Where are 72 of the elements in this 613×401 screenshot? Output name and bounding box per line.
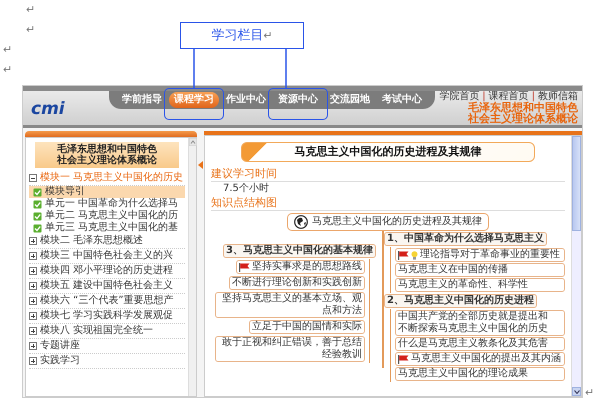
expand-icon[interactable] <box>29 252 37 260</box>
mindmap-leaf-node: 坚持实事求是的思想路线 <box>236 260 365 274</box>
mindmap-branch-node: 3、马克思主义中国化的基本规律 <box>223 244 376 258</box>
expand-icon[interactable] <box>29 282 37 290</box>
scroll-down-button[interactable] <box>572 387 581 396</box>
sidebar-item[interactable]: 模块四 邓小平理论的历史进程 <box>40 265 174 277</box>
nav-tab[interactable]: 作业中心 <box>221 92 271 108</box>
expand-icon[interactable] <box>29 327 37 335</box>
sidebar-item[interactable]: 实践学习 <box>40 355 80 367</box>
paragraph-mark: ↵ <box>263 30 273 41</box>
mindmap-leaf-node: 立足于中国的国情和实际 <box>249 320 365 334</box>
section-text: 7.5个小时 <box>222 182 270 196</box>
mindmap-leaf-node: 马克思主义中国化的理论成果 <box>395 367 565 381</box>
mindmap-leaf-node: 理论指导对于革命事业的重要性 <box>395 248 565 262</box>
expand-icon[interactable] <box>29 312 37 320</box>
check-icon <box>33 188 42 196</box>
mindmap-branch-node: 1、中国革命为什么选择马克思主义 <box>384 232 547 246</box>
section-heading: 建议学习时间 <box>211 167 565 182</box>
scrollbar-thumb[interactable] <box>572 136 581 231</box>
sidebar-subitem[interactable]: 单元一 中国革命为什么选择马 <box>29 198 185 210</box>
mindmap-leaf-node: 坚持马克思主义的基本立场、观点和方法 <box>215 292 365 318</box>
sidebar-item[interactable]: 模块六 “三个代表”重要思想产 <box>40 295 174 307</box>
paragraph-mark: ↵ <box>3 44 12 55</box>
paragraph-mark: ↵ <box>584 387 594 398</box>
expand-icon[interactable] <box>29 297 37 305</box>
sidebar-item[interactable]: 模块二 毛泽东思想概述 <box>40 235 144 247</box>
sidebar-item[interactable]: 专题讲座 <box>40 340 80 352</box>
expand-icon[interactable] <box>29 267 37 275</box>
link-separator: | <box>482 91 486 102</box>
chevron-down-icon <box>574 390 580 394</box>
check-icon <box>33 224 42 232</box>
expand-icon[interactable] <box>29 342 37 350</box>
mindmap-branch-node: 2、马克思主义中国化的历史进程 <box>384 294 537 308</box>
expand-icon[interactable] <box>29 357 37 365</box>
callout-label: 学习栏目 <box>211 28 264 43</box>
sidebar-item[interactable]: 模块五 建设中国特色社会主义 <box>40 280 174 292</box>
sidebar-item[interactable]: 模块八 实现祖国完全统一 <box>40 325 154 337</box>
mindmap-leaf-node: 中国共产党的全部历史就是提出和不断探索马克思主义中国化的历史 <box>395 310 565 336</box>
sidebar-title: 毛泽东思想和中国特色 社会主义理论体系概论 <box>35 142 179 168</box>
mindmap-leaf-node: 不断进行理论创新和实践创新 <box>229 276 365 290</box>
header-link[interactable]: 教师信箱 <box>538 91 578 102</box>
check-icon <box>33 200 42 208</box>
paragraph-mark: ↵ <box>3 64 12 75</box>
logo: cmi <box>30 98 66 121</box>
link-separator: | <box>532 91 535 102</box>
sidebar-item[interactable]: 模块三 中国特色社会主义的兴 <box>40 250 174 262</box>
mindmap-leaf-node: 什么是马克思主义教条化及其危害 <box>395 337 565 351</box>
mindmap-root-node: 马克思主义中国化的历史进程及其规律 <box>287 213 489 231</box>
nav-tab[interactable]: 交流园地 <box>325 92 375 108</box>
header-link[interactable]: 学院首页 <box>439 91 480 102</box>
paragraph-mark: ↵ <box>26 24 36 35</box>
mindmap-leaf-node: 马克思主义中国化的提出及其内涵 <box>395 352 565 366</box>
section-heading: 知识点结构图 <box>211 196 565 211</box>
nav-tab[interactable]: 资源中心 <box>273 92 323 108</box>
page-title: 马克思主义中国化的历史进程及其规律 <box>294 146 482 158</box>
course-title: 毛泽东思想和中国特色 <box>468 102 578 113</box>
mindmap-leaf-node: 敢于正视和纠正错误，善于总结经验教训 <box>215 336 365 362</box>
sidebar-subitem[interactable]: 单元三 马克思主义中国化的基 <box>29 222 185 234</box>
paragraph-mark: ↵ <box>26 4 36 15</box>
sidebar-subitem[interactable]: 单元二 马克思主义中国化的历 <box>29 210 185 222</box>
expand-icon[interactable] <box>29 237 37 245</box>
mindmap-leaf-node: 马克思主义的革命性、科学性 <box>395 278 565 292</box>
header-link[interactable]: 课程首页 <box>488 91 529 102</box>
sidebar-item[interactable]: 模块七 学习实践科学发展观促 <box>40 310 174 322</box>
globe-icon <box>294 215 308 229</box>
collapse-icon[interactable] <box>29 174 37 182</box>
check-icon <box>33 212 42 220</box>
nav-tab[interactable]: 考试中心 <box>377 92 427 108</box>
course-title: 社会主义理论体系概论 <box>468 113 578 124</box>
mindmap-leaf-node: 马克思主义在中国的传播 <box>395 263 565 277</box>
nav-tab[interactable]: 学前指导 <box>117 92 167 108</box>
sidebar-subitem[interactable]: 模块导引 <box>29 186 185 198</box>
